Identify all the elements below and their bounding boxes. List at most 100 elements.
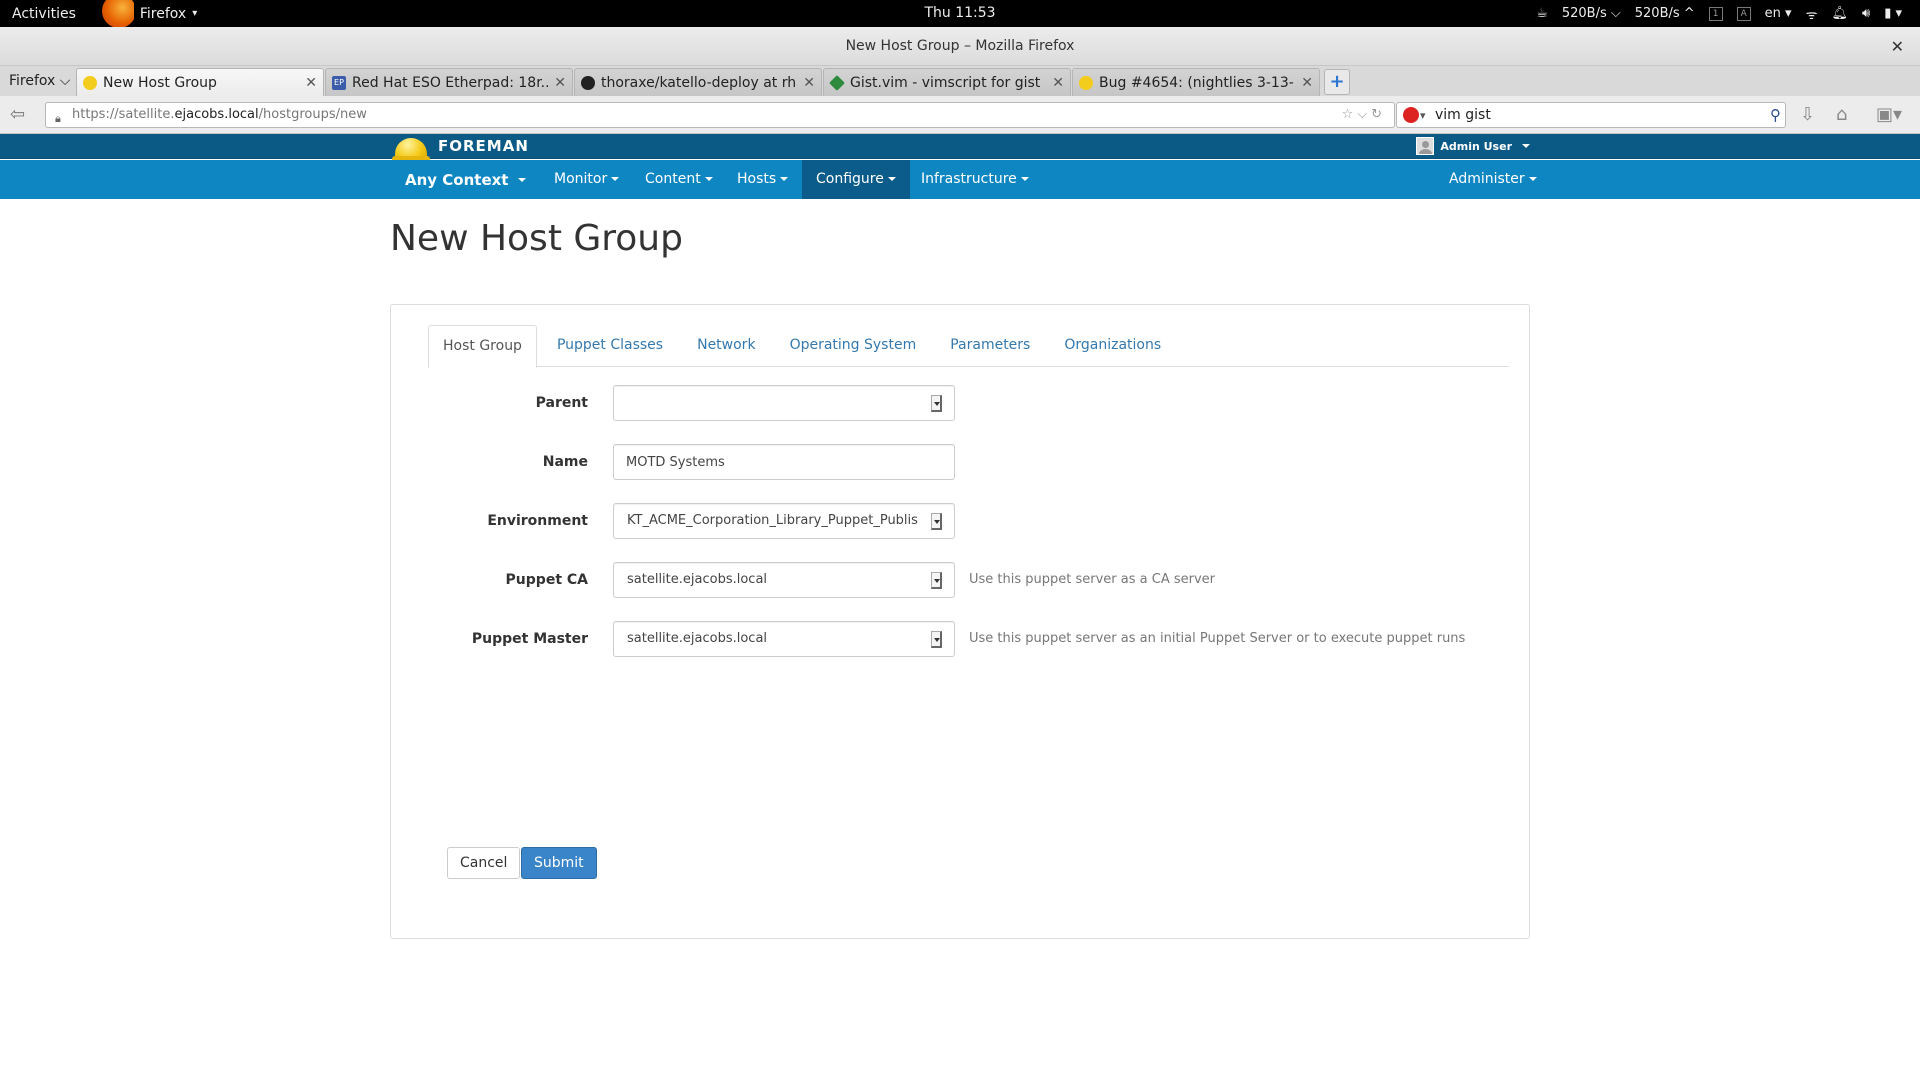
back-arrow-icon[interactable]: ⇦ — [10, 104, 25, 125]
download-icon[interactable]: ⇩ — [1800, 104, 1815, 125]
user-name: Admin User — [1440, 139, 1512, 153]
window-close-icon[interactable]: ✕ — [1891, 27, 1904, 66]
caret-down-icon — [887, 177, 896, 181]
submit-button[interactable]: Submit — [521, 847, 597, 879]
volume-icon: 🔊︎ — [1861, 6, 1871, 21]
form-tabs: Host Group Puppet Classes Network Operat… — [428, 325, 1509, 368]
puppet-master-help: Use this puppet server as an initial Pup… — [969, 631, 1466, 646]
bookmarks-menu-icon[interactable]: ▣▾ — [1876, 104, 1902, 125]
navigation-toolbar: ⇦ 🔒︎ https://satellite.ejacobs.local/hos… — [0, 96, 1920, 134]
tab-label: Red Hat ESO Etherpad: 18r... — [352, 74, 549, 91]
tab-label: New Host Group — [103, 74, 217, 91]
name-field[interactable] — [613, 444, 955, 480]
environment-label: Environment — [487, 513, 588, 529]
puppet-ca-select[interactable]: satellite.ejacobs.local — [613, 562, 955, 598]
tab-close-icon[interactable]: ✕ — [803, 75, 815, 91]
environment-select[interactable]: KT_ACME_Corporation_Library_Puppet_Publi… — [613, 503, 955, 539]
browser-tab-github[interactable]: thoraxe/katello-deploy at rh... ✕ — [574, 68, 822, 96]
system-top-bar: Activities Firefox ▾ Thu 11:53 ☕ 520B/s … — [0, 0, 1920, 27]
tab-parameters[interactable]: Parameters — [936, 325, 1044, 367]
chevron-down-icon[interactable]: ⌵ — [1357, 107, 1371, 122]
bell-icon: 🔔︎ — [1831, 6, 1848, 21]
coffee-icon: ☕ — [1536, 6, 1548, 21]
browser-tab-new-host-group[interactable]: New Host Group ✕ — [76, 68, 324, 96]
puppet-ca-label: Puppet CA — [505, 572, 588, 588]
nav-menu-infrastructure[interactable]: Infrastructure — [907, 160, 1043, 199]
app-menu-label: Firefox — [139, 5, 187, 22]
caret-down-icon — [1020, 177, 1029, 181]
tab-puppet-classes[interactable]: Puppet Classes — [543, 325, 677, 367]
nav-menu-hosts[interactable]: Hosts — [723, 160, 802, 199]
wifi-icon: ᯤ — [1805, 7, 1818, 23]
search-icon[interactable]: ⚲ — [1770, 103, 1781, 127]
etherpad-favicon-icon: EP — [332, 75, 346, 90]
caret-down-icon — [611, 177, 620, 181]
tab-organizations[interactable]: Organizations — [1050, 325, 1175, 367]
environment-value: KT_ACME_Corporation_Library_Puppet_Publi… — [627, 513, 918, 528]
user-menu[interactable]: Admin User — [1416, 137, 1530, 155]
caret-down-icon — [1522, 144, 1530, 148]
caret-down-icon — [1528, 177, 1537, 181]
reload-icon[interactable]: ↻ — [1371, 107, 1386, 122]
puppet-master-select[interactable]: satellite.ejacobs.local — [613, 621, 955, 657]
status-area[interactable]: ☕ 520B/s ⌵ 520B/s ^ 1 A en ▾ ᯤ 🔔︎ 🔊︎ ▮ ▾ — [1536, 0, 1920, 27]
search-input[interactable]: vim gist — [1435, 107, 1491, 123]
firefox-logo-icon — [100, 0, 134, 27]
home-icon[interactable]: ⌂ — [1836, 104, 1847, 125]
caret-down-icon — [704, 177, 713, 181]
host-group-form-panel: Host Group Puppet Classes Network Operat… — [390, 304, 1530, 939]
tab-close-icon[interactable]: ✕ — [554, 75, 566, 91]
browser-tab-bug[interactable]: Bug #4654: (nightlies 3-13-... ✕ — [1072, 68, 1320, 96]
tab-label: Gist.vim - vimscript for gist : ... — [850, 74, 1047, 91]
tab-network[interactable]: Network — [683, 325, 769, 367]
nav-menu-monitor[interactable]: Monitor — [540, 160, 633, 199]
search-engine-icon[interactable] — [1403, 104, 1426, 128]
context-label: Any Context — [405, 170, 509, 189]
puppet-ca-value: satellite.ejacobs.local — [627, 572, 768, 587]
activities-button[interactable]: Activities — [0, 6, 88, 22]
nav-menu-content[interactable]: Content — [631, 160, 727, 199]
keyboard-indicator-a: A — [1736, 6, 1751, 21]
tab-close-icon[interactable]: ✕ — [305, 75, 317, 91]
window-titlebar: New Host Group – Mozilla Firefox ✕ — [0, 27, 1920, 66]
parent-select[interactable] — [613, 385, 955, 421]
tab-host-group[interactable]: Host Group — [428, 325, 537, 368]
window-title: New Host Group – Mozilla Firefox — [845, 38, 1075, 54]
tab-close-icon[interactable]: ✕ — [1301, 75, 1313, 91]
foreman-main-nav: Any Context Monitor Content Hosts Config… — [0, 160, 1920, 199]
url-bar[interactable]: 🔒︎ https://satellite.ejacobs.local/hostg… — [45, 102, 1395, 128]
dropdown-arrow-icon — [931, 631, 942, 648]
cancel-button[interactable]: Cancel — [447, 847, 521, 879]
search-bar[interactable]: vim gist ⚲ — [1396, 102, 1786, 128]
page-title: New Host Group — [390, 218, 683, 259]
new-tab-button[interactable]: + — [1324, 69, 1350, 95]
brand-name: FOREMAN — [438, 137, 529, 155]
nav-menu-configure[interactable]: Configure — [802, 160, 910, 199]
url-bar-actions[interactable]: ☆⌵↻ — [1342, 103, 1386, 127]
tab-strip: Firefox ⌵ New Host Group ✕ EP Red Hat ES… — [0, 66, 1920, 96]
net-down-rate: 520B/s ⌵ — [1561, 6, 1621, 21]
github-favicon-icon — [581, 75, 595, 90]
language-indicator[interactable]: en ▾ — [1765, 6, 1792, 21]
environment-row: Environment KT_ACME_Corporation_Library_… — [391, 503, 1531, 539]
caret-down-icon — [780, 177, 789, 181]
puppet-master-row: Puppet Master satellite.ejacobs.local Us… — [391, 621, 1531, 657]
tab-close-icon[interactable]: ✕ — [1052, 75, 1064, 91]
bookmark-star-icon[interactable]: ☆ — [1342, 107, 1358, 122]
app-menu[interactable]: Firefox ▾ — [100, 0, 197, 27]
name-row: Name — [391, 444, 1531, 480]
context-selector[interactable]: Any Context — [392, 160, 534, 199]
lock-icon: 🔒︎ — [55, 112, 61, 125]
browser-tab-etherpad[interactable]: EP Red Hat ESO Etherpad: 18r... ✕ — [325, 68, 573, 96]
firefox-menu-button[interactable]: Firefox ⌵ — [6, 66, 76, 96]
nav-menu-administer[interactable]: Administer — [1435, 160, 1551, 199]
parent-label: Parent — [535, 395, 588, 411]
foreman-favicon-icon — [83, 75, 97, 90]
foreman-favicon-icon — [1079, 75, 1093, 90]
dropdown-arrow-icon — [931, 572, 942, 589]
puppet-ca-row: Puppet CA satellite.ejacobs.local Use th… — [391, 562, 1531, 598]
tab-operating-system[interactable]: Operating System — [776, 325, 931, 367]
foreman-top-bar — [0, 134, 1920, 159]
vim-favicon-icon — [829, 74, 845, 91]
browser-tab-gist-vim[interactable]: Gist.vim - vimscript for gist : ... ✕ — [823, 68, 1071, 96]
